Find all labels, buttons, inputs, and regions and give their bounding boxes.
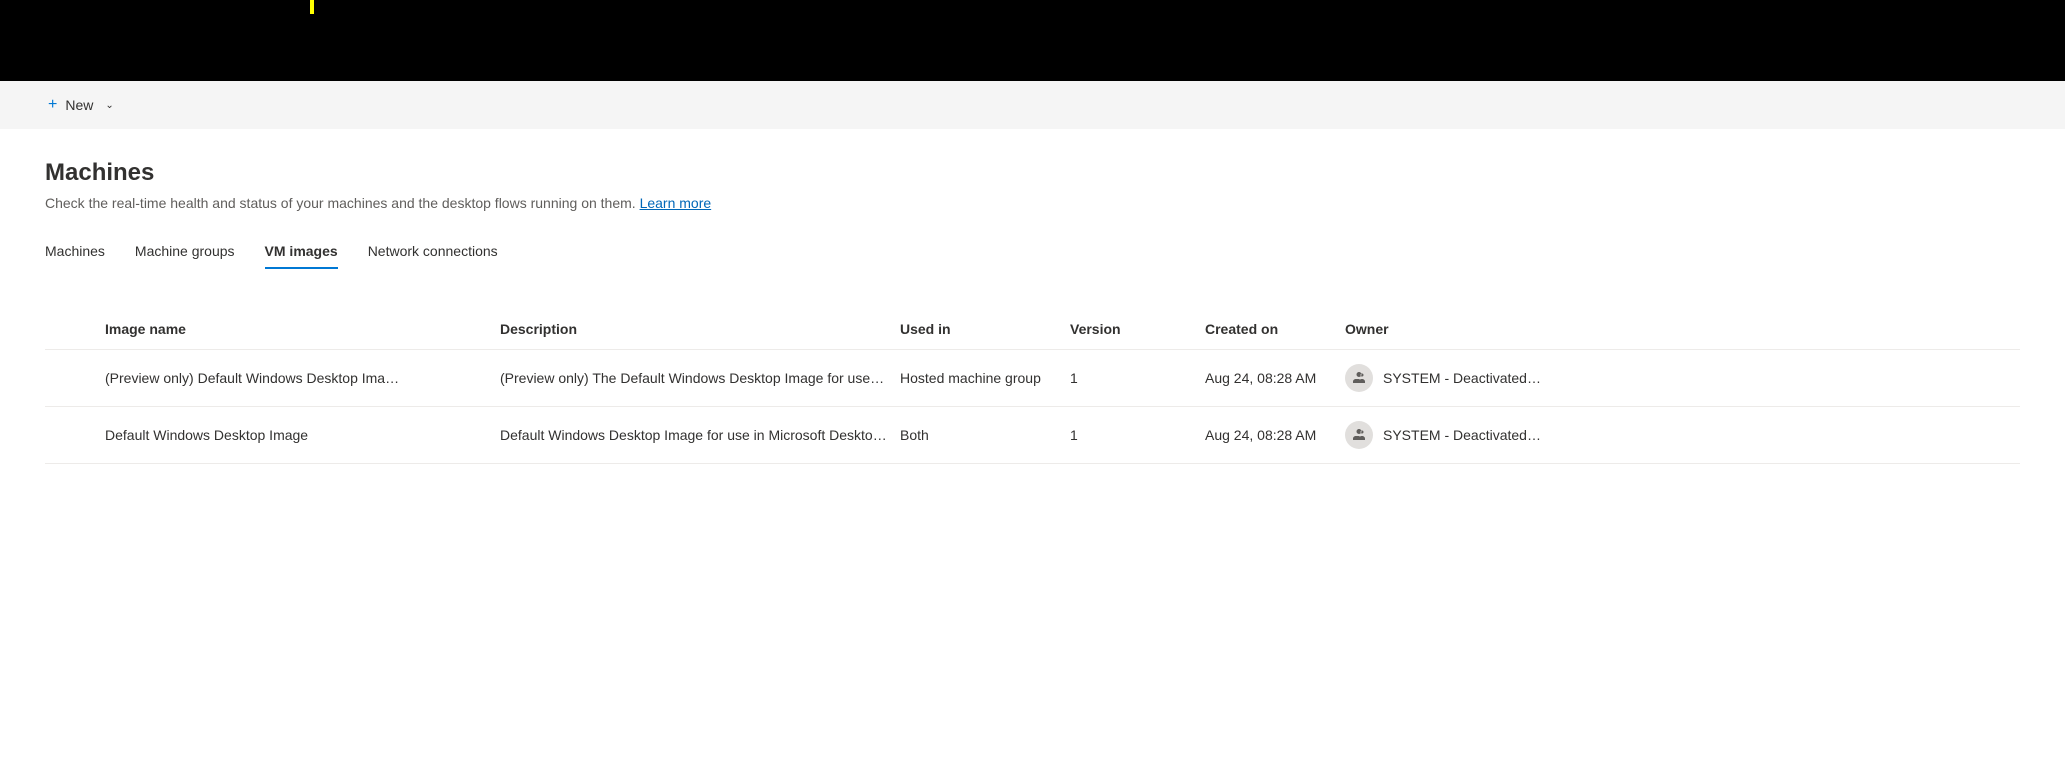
table-header-row: Image name Description Used in Version C… — [45, 309, 2020, 350]
new-button[interactable]: + New ⌄ — [40, 90, 122, 120]
page-title: Machines — [45, 159, 2020, 187]
top-header-bar — [0, 0, 2065, 81]
col-name-header[interactable]: Image name — [105, 321, 500, 337]
page-description: Check the real-time health and status of… — [45, 195, 2020, 211]
page-content: Machines Check the real-time health and … — [0, 129, 2065, 464]
tabs-container: Machines Machine groups VM images Networ… — [45, 235, 2020, 269]
tab-vm-images[interactable]: VM images — [265, 235, 338, 269]
owner-text: SYSTEM - Deactivated… — [1383, 370, 1541, 386]
tab-machines[interactable]: Machines — [45, 235, 105, 269]
owner-avatar-icon — [1345, 364, 1373, 392]
row-usedin: Hosted machine group — [900, 370, 1070, 386]
row-owner: SYSTEM - Deactivated… — [1345, 421, 2020, 449]
row-owner: SYSTEM - Deactivated… — [1345, 364, 2020, 392]
description-text: Check the real-time health and status of… — [45, 195, 636, 211]
row-usedin: Both — [900, 427, 1070, 443]
col-usedin-header[interactable]: Used in — [900, 321, 1070, 337]
toolbar: + New ⌄ — [0, 81, 2065, 129]
row-name[interactable]: (Preview only) Default Windows Desktop I… — [105, 370, 500, 386]
plus-icon: + — [48, 96, 57, 114]
col-owner-header[interactable]: Owner — [1345, 321, 2020, 337]
tab-network-connections[interactable]: Network connections — [368, 235, 498, 269]
owner-text: SYSTEM - Deactivated… — [1383, 427, 1541, 443]
col-checkbox-header — [45, 321, 105, 337]
vm-images-table: Image name Description Used in Version C… — [45, 309, 2020, 464]
owner-avatar-icon — [1345, 421, 1373, 449]
new-button-label: New — [65, 97, 93, 113]
row-version: 1 — [1070, 427, 1205, 443]
chevron-down-icon: ⌄ — [105, 100, 113, 111]
table-row[interactable]: Default Windows Desktop Image Default Wi… — [45, 407, 2020, 464]
row-created: Aug 24, 08:28 AM — [1205, 427, 1345, 443]
table-row[interactable]: (Preview only) Default Windows Desktop I… — [45, 350, 2020, 407]
row-name[interactable]: Default Windows Desktop Image — [105, 427, 500, 443]
row-created: Aug 24, 08:28 AM — [1205, 370, 1345, 386]
row-version: 1 — [1070, 370, 1205, 386]
col-description-header[interactable]: Description — [500, 321, 900, 337]
row-description: Default Windows Desktop Image for use in… — [500, 427, 900, 443]
col-created-header[interactable]: Created on — [1205, 321, 1345, 337]
yellow-marker — [310, 0, 314, 14]
row-description: (Preview only) The Default Windows Deskt… — [500, 370, 900, 386]
learn-more-link[interactable]: Learn more — [640, 195, 712, 211]
col-version-header[interactable]: Version — [1070, 321, 1205, 337]
tab-machine-groups[interactable]: Machine groups — [135, 235, 235, 269]
